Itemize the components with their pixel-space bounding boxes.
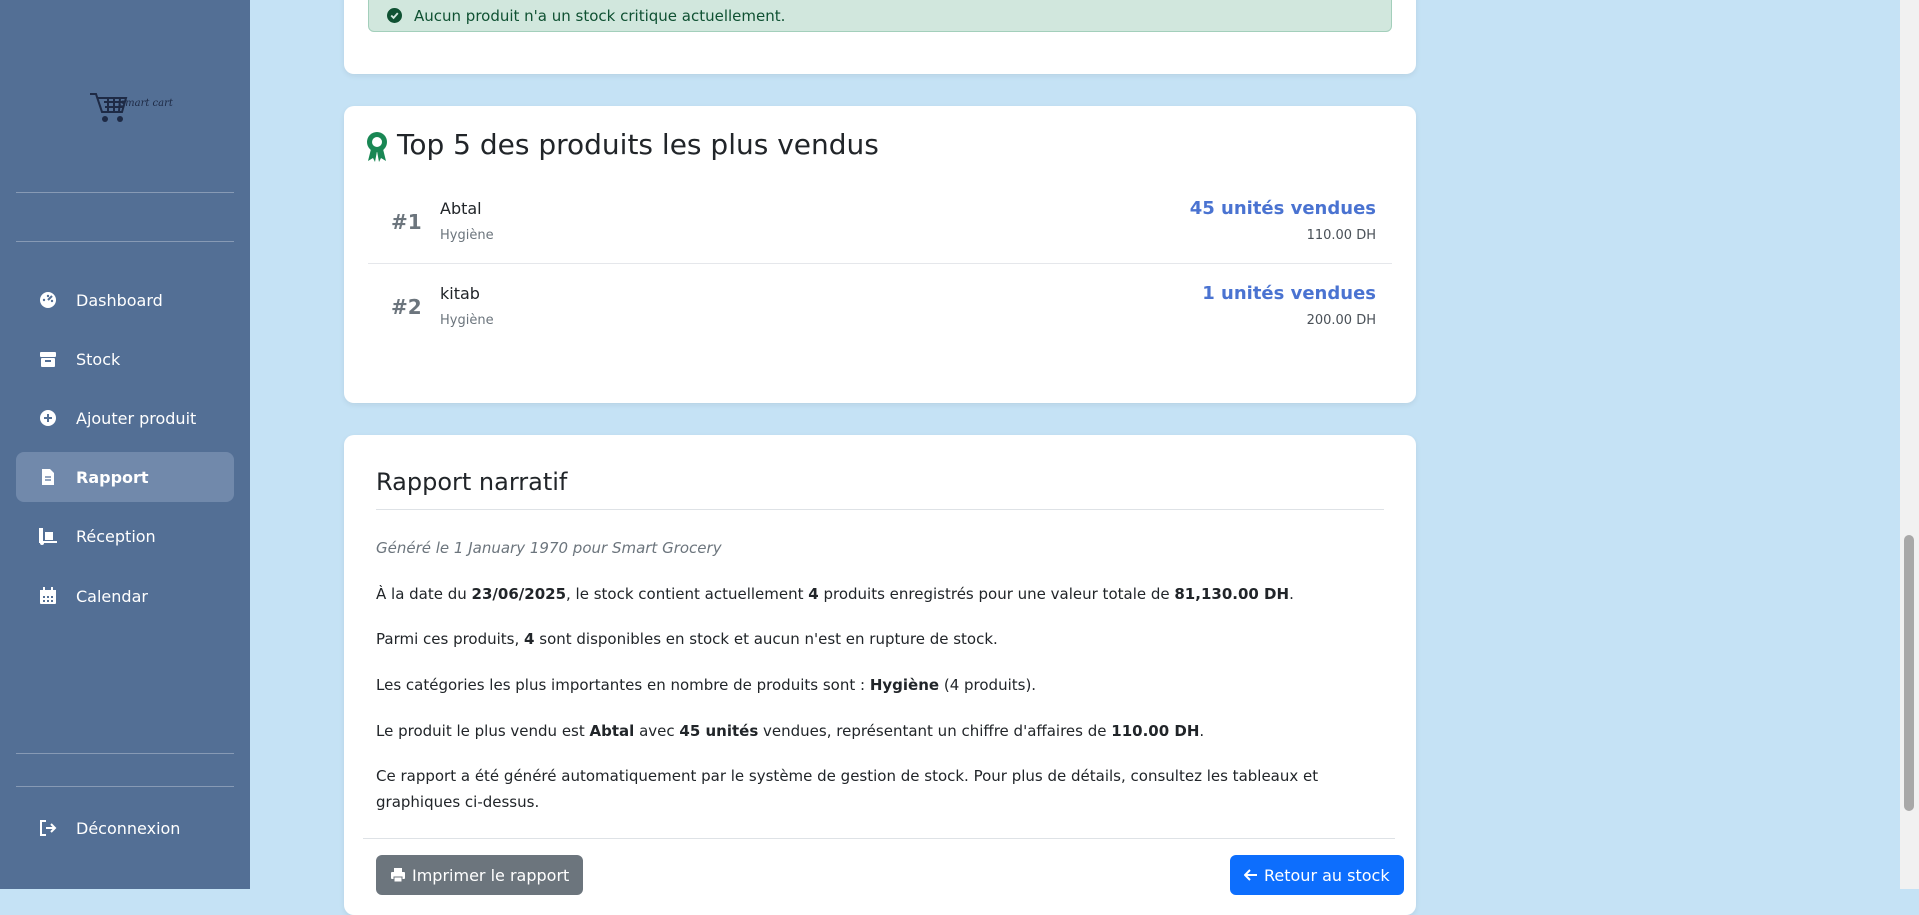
- logout-label: Déconnexion: [76, 818, 181, 838]
- sidebar-item-label: Réception: [76, 526, 156, 546]
- page-scrollbar[interactable]: [1900, 0, 1919, 889]
- product-name: kitab: [440, 284, 480, 303]
- sidebar-divider: [16, 786, 234, 787]
- sidebar-item-label: Stock: [76, 349, 121, 369]
- sidebar-item-dashboard[interactable]: Dashboard: [16, 275, 234, 325]
- plus-circle-icon: [38, 408, 58, 428]
- logout-button[interactable]: Déconnexion: [16, 803, 234, 853]
- printer-icon: [390, 867, 406, 883]
- alert-text: Aucun produit n'a un stock critique actu…: [414, 7, 786, 25]
- back-to-stock-button[interactable]: Retour au stock: [1230, 855, 1404, 895]
- check-circle-icon: [387, 8, 402, 27]
- product-price: 110.00 DH: [1306, 228, 1376, 243]
- product-rank: #1: [391, 210, 422, 234]
- sidebar-item-label: Rapport: [76, 467, 149, 487]
- award-icon: [365, 131, 389, 167]
- row-divider: [368, 263, 1392, 264]
- report-paragraph-3: Les catégories les plus importantes en n…: [376, 676, 1037, 694]
- calendar-icon: [38, 586, 58, 606]
- print-report-button[interactable]: Imprimer le rapport: [376, 855, 584, 895]
- report-paragraph-5: Ce rapport a été généré automatiquement …: [376, 767, 1319, 811]
- sidebar-item-label: Calendar: [76, 586, 148, 606]
- scrollbar-thumb[interactable]: [1904, 535, 1914, 811]
- sidebar-item-label: Dashboard: [76, 290, 163, 310]
- top-products-title: Top 5 des produits les plus vendus: [397, 128, 879, 161]
- sidebar-item-reception[interactable]: Réception: [16, 511, 234, 561]
- report-generated: Généré le 1 January 1970 pour Smart Groc…: [376, 539, 722, 557]
- box-icon: [38, 349, 58, 369]
- report-title: Rapport narratif: [376, 468, 568, 496]
- product-category: Hygiène: [440, 313, 494, 328]
- product-category: Hygiène: [440, 228, 494, 243]
- product-name: Abtal: [440, 199, 482, 218]
- report-paragraph-2: Parmi ces produits, 4 sont disponibles e…: [376, 630, 998, 648]
- logo-text: smart cart: [120, 98, 173, 109]
- gauge-icon: [38, 290, 58, 310]
- sidebar-item-stock[interactable]: Stock: [16, 334, 234, 384]
- report-divider: [376, 509, 1384, 510]
- sidebar-item-label: Ajouter produit: [76, 408, 197, 428]
- arrow-left-icon: [1244, 868, 1258, 882]
- report-footer-divider: [363, 838, 1395, 839]
- sidebar-divider: [16, 753, 234, 754]
- sidebar-item-calendar[interactable]: Calendar: [16, 571, 234, 621]
- report-paragraph-1: À la date du 23/06/2025, le stock contie…: [376, 585, 1294, 603]
- logout-icon: [38, 818, 58, 838]
- sidebar-divider: [16, 241, 234, 242]
- report-paragraph-4: Le produit le plus vendu est Abtal avec …: [376, 722, 1205, 740]
- success-alert: Aucun produit n'a un stock critique actu…: [368, 0, 1392, 32]
- truck-ramp-icon: [38, 526, 58, 546]
- sidebar-item-ajouter-produit[interactable]: Ajouter produit: [16, 393, 234, 443]
- file-icon: [38, 467, 58, 487]
- product-units-sold: 1 unités vendues: [1202, 283, 1376, 304]
- sidebar-divider: [16, 192, 234, 193]
- product-units-sold: 45 unités vendues: [1189, 198, 1376, 219]
- sidebar-item-rapport[interactable]: Rapport: [16, 452, 234, 502]
- product-rank: #2: [391, 295, 422, 319]
- sidebar: smart cart Dashboard Stock Ajouter produ…: [0, 0, 250, 889]
- product-price: 200.00 DH: [1306, 313, 1376, 328]
